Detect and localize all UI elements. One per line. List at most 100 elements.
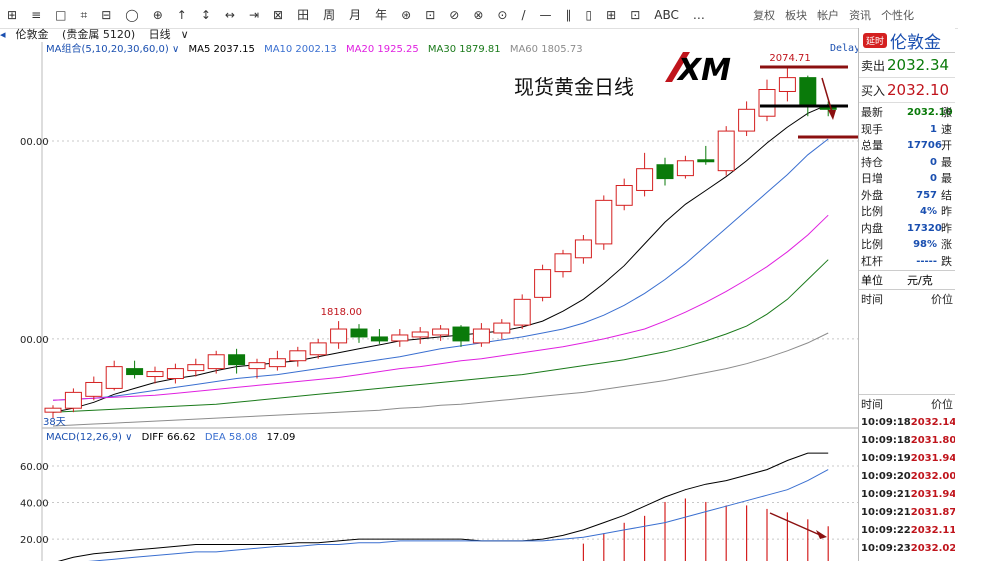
toolbar-tool-icon[interactable]: ↔ xyxy=(218,1,242,22)
tick-row: 10:09:21 2031.87 xyxy=(859,503,955,521)
toolbar-tool-icon[interactable]: ⊞ xyxy=(599,1,623,22)
buy-price-row[interactable]: 买入 2032.10 xyxy=(859,78,955,103)
quote-symbol: 伦敦金 xyxy=(890,32,942,53)
chart-title: 现货黄金日线 xyxy=(514,75,634,99)
unit-label: 单位 xyxy=(861,274,883,287)
toolbar-tool-icon[interactable]: ∥ xyxy=(559,1,579,22)
ma-group-label[interactable]: MA组合(5,10,20,30,60,0) xyxy=(46,42,169,55)
time-header: 时间 xyxy=(861,293,883,306)
quote-row-label: 最新 xyxy=(861,106,883,120)
quote-row-extra-label: 昨 xyxy=(941,221,952,235)
toolbar-tool-icon[interactable]: ↕ xyxy=(194,1,218,22)
quote-row: 总量 17706 开 xyxy=(859,138,955,155)
toolbar-tool-icon[interactable]: ⊡ xyxy=(418,1,442,22)
toolbar-link[interactable]: 帐户 xyxy=(812,0,844,23)
macd-chevron-icon[interactable]: ∨ xyxy=(125,432,132,443)
symbol-category: (贵金属 5120) xyxy=(62,28,136,41)
toolbar-tool-icon[interactable]: — xyxy=(533,1,559,22)
price-annotation: 2074.71 xyxy=(769,53,810,64)
y-tick-label: 40.00 xyxy=(20,499,49,510)
candle xyxy=(717,126,735,176)
candle-body xyxy=(513,298,531,326)
toolbar-tool-icon[interactable]: ⊠ xyxy=(266,1,290,22)
toolbar-tool-icon[interactable]: ⊡ xyxy=(623,1,647,22)
ticks-header: 时间 价位 xyxy=(859,394,955,413)
tick-row: 10:09:23 2032.02 xyxy=(859,539,955,557)
unit-value: 元/克 xyxy=(907,274,933,287)
tick-list[interactable]: 10:09:18 2032.14 10:09:18 2031.80 10:09:19 20… xyxy=(859,413,955,557)
toolbar-tool-icon[interactable]: ↑ xyxy=(170,1,194,22)
svg-text:MACD(12,26,9) ∨: MACD(12,26,9) ∨ DIFF 66.62 DEA 58.08 17.… xyxy=(46,432,295,443)
toolbar-tool-icon[interactable]: ⊙ xyxy=(490,1,514,22)
ma10-label: MA10 2002.13 xyxy=(264,44,337,55)
quote-row-value: 17706 xyxy=(907,140,942,152)
tick-time: 10:09:20 xyxy=(861,470,911,482)
toolbar-tool-icon[interactable]: ≡ xyxy=(24,1,48,22)
toolbar-tool-icon[interactable]: 田 xyxy=(290,1,316,22)
quote-row: 内盘 17320 昨 xyxy=(859,221,955,238)
y-tick-label: 60.00 xyxy=(20,462,49,473)
candle-body xyxy=(391,334,409,342)
toolbar-tool-icon[interactable]: ◯ xyxy=(118,1,145,22)
tick-price: 2031.80 xyxy=(910,434,955,446)
sell-price-row[interactable]: 卖出 2032.34 xyxy=(859,53,955,78)
toolbar-link[interactable]: 复权 xyxy=(748,0,780,23)
toolbar-tool-icon[interactable]: … xyxy=(686,1,712,22)
candle-body xyxy=(85,381,103,397)
toolbar-tool-icon[interactable]: ⊗ xyxy=(466,1,490,22)
toolbar-tool-icon[interactable]: ⊛ xyxy=(394,1,418,22)
toolbar-tool-icon[interactable]: ⊘ xyxy=(442,1,466,22)
toolbar-tool-icon[interactable]: 月 xyxy=(342,1,368,22)
toolbar-tool-icon[interactable]: ⊕ xyxy=(146,1,170,22)
toolbar-tool-icon[interactable]: 周 xyxy=(316,1,342,22)
candle-body xyxy=(432,328,450,336)
tick-price: 2031.94 xyxy=(910,452,955,464)
candle-body xyxy=(615,185,633,206)
toolbar-tool-icon[interactable]: / xyxy=(514,1,532,22)
quote-row-extra-label: 昨 xyxy=(941,205,952,219)
toolbar-tool-icon[interactable]: 年 xyxy=(368,1,394,22)
ma5-label: MA5 2037.15 xyxy=(189,44,255,55)
tick-price: 2032.00 xyxy=(910,470,955,482)
quote-row-label: 比例 xyxy=(861,238,883,252)
toolbar: ⊞ ≡ □ ⌗ ⊟ ◯ ⊕ ↑ ↕ ↔ ⇥ ⊠ 田周月年 ⊛ ⊡ ⊘ ⊗ ⊙ / — ∥ ▯ ⊞ ⊡ ABC… 复权 板块 帐户 资讯… xyxy=(0,0,958,29)
sell-label: 卖出 xyxy=(861,58,886,73)
toolbar-tool-icon[interactable]: □ xyxy=(48,1,73,22)
quote-row-label: 总量 xyxy=(861,139,883,153)
live-badge[interactable]: 延时 xyxy=(863,32,888,48)
candle-body xyxy=(717,130,735,172)
quote-row-extra-label: 最 xyxy=(941,155,952,169)
toolbar-tool-icon[interactable]: ▯ xyxy=(579,1,600,22)
ma-group-chevron-icon[interactable]: ∨ xyxy=(172,44,179,55)
xm-logo-text: XM xyxy=(676,53,731,88)
quote-row-extra-label: 跌 xyxy=(941,254,952,268)
quote-row-value: 98% xyxy=(913,239,937,251)
candle-body xyxy=(554,253,572,273)
candle-body xyxy=(207,354,225,370)
quote-row-extra-label: 速 xyxy=(941,122,952,136)
toolbar-tool-icon[interactable]: ⊟ xyxy=(94,1,118,22)
toolbar-tool-icon[interactable]: ABC xyxy=(647,1,686,22)
symbol-name[interactable]: 伦敦金 xyxy=(16,28,49,41)
back-icon[interactable]: ◂ xyxy=(0,28,6,41)
quote-row: 日增 0 最 xyxy=(859,171,955,188)
period-selector[interactable]: 日线 ∨ xyxy=(149,28,199,41)
toolbar-link[interactable]: 资讯 xyxy=(844,0,876,23)
trading-window: 1818.00 2074.71 00.00 00.00 60.00 40.00 20.0… xyxy=(0,0,982,561)
candle-body xyxy=(595,199,613,245)
quote-row-label: 比例 xyxy=(861,205,883,219)
toolbar-tool-icon[interactable]: ⊞ xyxy=(0,1,24,22)
quote-panel: 延时 伦敦金 卖出 2032.34 买入 2032.10 最新 2032.10 涨现… xyxy=(858,28,955,561)
quote-row-value: 2032.10 xyxy=(907,107,953,119)
quote-row-label: 日增 xyxy=(861,172,883,186)
toolbar-link[interactable]: 板块 xyxy=(780,0,812,23)
tick-row: 10:09:20 2032.00 xyxy=(859,467,955,485)
macd-label[interactable]: MACD(12,26,9) xyxy=(46,432,122,443)
y-tick-label: 20.00 xyxy=(20,535,49,546)
toolbar-tool-icon[interactable]: ⌗ xyxy=(73,1,94,22)
quote-row-label: 内盘 xyxy=(861,221,883,235)
chevron-down-icon[interactable]: ∨ xyxy=(181,28,189,41)
candle-body xyxy=(452,326,470,342)
toolbar-tool-icon[interactable]: ⇥ xyxy=(242,1,266,22)
toolbar-link[interactable]: 个性化 xyxy=(876,0,919,23)
